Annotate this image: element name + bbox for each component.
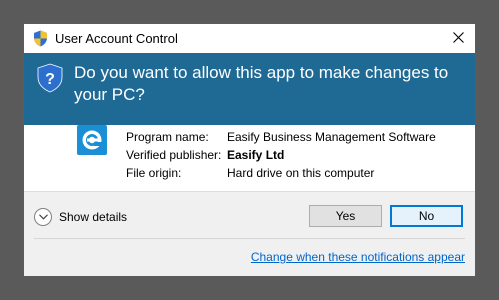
prompt-banner: ? Do you want to allow this app to make … (24, 53, 475, 125)
close-button[interactable] (441, 24, 475, 53)
no-button[interactable]: No (390, 205, 463, 227)
info-values: Easify Business Management Software Easi… (227, 128, 436, 182)
chevron-down-icon (34, 208, 52, 226)
file-origin-value: Hard drive on this computer (227, 166, 375, 180)
close-icon (452, 30, 464, 48)
show-details-toggle[interactable]: Show details (34, 206, 127, 228)
easify-logo-icon (77, 125, 107, 155)
program-name-value: Easify Business Management Software (227, 130, 436, 144)
file-origin-label: File origin: (126, 166, 182, 180)
title-bar: User Account Control (24, 24, 475, 53)
yes-button[interactable]: Yes (309, 205, 382, 227)
show-details-label: Show details (59, 210, 128, 224)
program-name-label: Program name: (126, 130, 209, 144)
info-labels: Program name: Verified publisher: File o… (126, 128, 221, 182)
uac-dialog: User Account Control ? Do you want to al… (23, 23, 476, 276)
svg-text:?: ? (45, 71, 55, 88)
uac-shield-icon: ? (37, 63, 63, 93)
divider (34, 238, 465, 239)
uac-shield-icon (33, 30, 48, 47)
prompt-question: Do you want to allow this app to make ch… (74, 63, 449, 104)
action-bar: Show details Yes No Change when these no… (24, 191, 475, 276)
window-title: User Account Control (55, 31, 178, 46)
notification-settings-link[interactable]: Change when these notifications appear (251, 250, 465, 264)
publisher-value: Easify Ltd (227, 148, 285, 162)
publisher-label: Verified publisher: (126, 148, 222, 162)
